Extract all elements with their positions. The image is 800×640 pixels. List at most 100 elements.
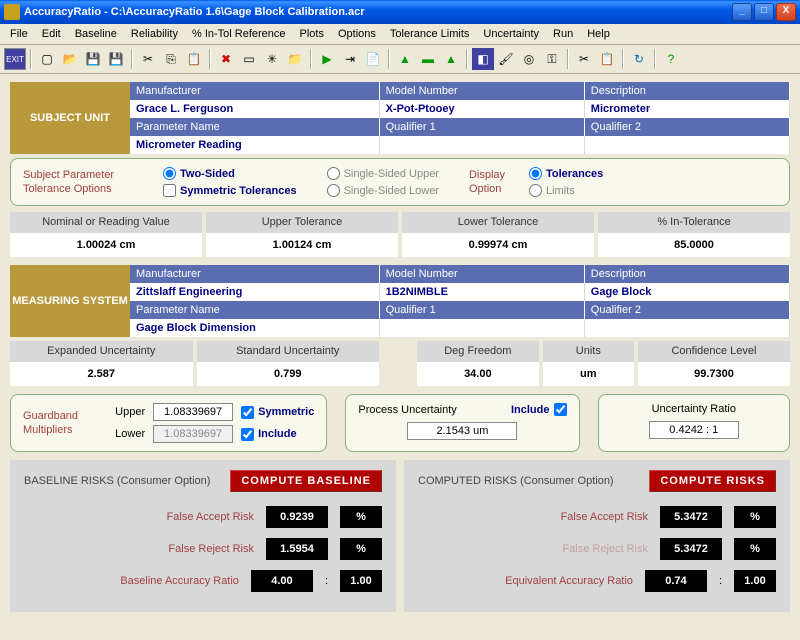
menu-edit[interactable]: Edit xyxy=(36,26,67,42)
nominal-header: Nominal or Reading Value xyxy=(10,212,202,232)
meas-manufacturer[interactable]: Zittslaff Engineering xyxy=(130,283,380,301)
new-icon[interactable]: ▢ xyxy=(36,48,58,70)
df-value[interactable]: 34.00 xyxy=(417,362,539,386)
meas-parameter[interactable]: Gage Block Dimension xyxy=(130,319,380,337)
exit-icon[interactable]: EXIT xyxy=(4,48,26,70)
close-button[interactable]: X xyxy=(776,3,796,21)
cut-icon[interactable]: ✂ xyxy=(137,48,159,70)
baseline-sep: : xyxy=(325,575,328,587)
computed-far-value: 5.3472 xyxy=(660,506,722,528)
header-q1: Qualifier 1 xyxy=(380,118,585,136)
cut2-icon[interactable]: ✂ xyxy=(573,48,595,70)
folder-icon[interactable]: 📁 xyxy=(284,48,306,70)
baseline-frr-label: False Reject Risk xyxy=(168,543,254,555)
titlebar: AccuracyRatio - C:\AccuracyRatio 1.6\Gag… xyxy=(0,0,800,24)
baseline-icon[interactable]: ▭ xyxy=(238,48,260,70)
subject-q2[interactable] xyxy=(585,136,790,154)
computed-far-unit: % xyxy=(734,506,776,528)
two-sided-radio[interactable]: Two-Sided xyxy=(163,167,297,180)
save-icon[interactable]: 💾 xyxy=(82,48,104,70)
doc-icon[interactable]: 📄 xyxy=(362,48,384,70)
menu-uncertainty[interactable]: Uncertainty xyxy=(477,26,545,42)
computed-frr-label: False Reject Risk xyxy=(562,543,648,555)
ss-upper-radio[interactable]: Single-Sided Upper xyxy=(327,167,439,180)
uncert-ratio-label: Uncertainty Ratio xyxy=(652,403,736,415)
subject-description[interactable]: Micrometer xyxy=(585,100,790,118)
delete-icon[interactable]: ✖ xyxy=(215,48,237,70)
open-icon[interactable]: 📂 xyxy=(59,48,81,70)
baseline-bar-label: Baseline Accuracy Ratio xyxy=(120,575,239,587)
menu-options[interactable]: Options xyxy=(332,26,382,42)
chart-icon[interactable]: ◧ xyxy=(472,48,494,70)
upper-tol-value[interactable]: 1.00124 cm xyxy=(206,233,398,257)
m-header-param: Parameter Name xyxy=(130,301,380,319)
lower-tol-value[interactable]: 0.99974 cm xyxy=(402,233,594,257)
meas-description[interactable]: Gage Block xyxy=(585,283,790,301)
gb-upper-input[interactable] xyxy=(153,403,233,421)
maximize-button[interactable]: □ xyxy=(754,3,774,21)
tolerance-options-label: Subject Parameter Tolerance Options xyxy=(23,168,163,197)
pct-intol-header: % In-Tolerance xyxy=(598,212,790,232)
subject-q1[interactable] xyxy=(380,136,585,154)
menu-baseline[interactable]: Baseline xyxy=(69,26,123,42)
pu-include-check[interactable]: Include xyxy=(511,403,567,416)
save-as-icon[interactable]: 💾 xyxy=(105,48,127,70)
menu-tol-limits[interactable]: Tolerance Limits xyxy=(384,26,475,42)
key-icon[interactable]: ⚿ xyxy=(541,48,563,70)
lower-tol-header: Lower Tolerance xyxy=(402,212,594,232)
eu-value[interactable]: 2.587 xyxy=(10,362,193,386)
subject-unit-label: SUBJECT UNIT xyxy=(10,82,130,154)
baseline-far-unit: % xyxy=(340,506,382,528)
pct-intol-value[interactable]: 85.0000 xyxy=(598,233,790,257)
header-manufacturer: Manufacturer xyxy=(130,82,380,100)
compute-baseline-button[interactable]: COMPUTE BASELINE xyxy=(230,470,382,492)
baseline-bar-value: 4.00 xyxy=(251,570,313,592)
compute-risks-button[interactable]: COMPUTE RISKS xyxy=(649,470,776,492)
menu-run[interactable]: Run xyxy=(547,26,579,42)
subject-manufacturer[interactable]: Grace L. Ferguson xyxy=(130,100,380,118)
menu-help[interactable]: Help xyxy=(581,26,616,42)
m-header-desc: Description xyxy=(585,265,790,283)
gb-include-check[interactable]: Include xyxy=(241,428,314,441)
process-uncert-value[interactable] xyxy=(407,422,517,440)
header-parameter: Parameter Name xyxy=(130,118,380,136)
guardband-label: Guardband Multipliers xyxy=(23,409,105,438)
help-icon[interactable]: ? xyxy=(660,48,682,70)
meas-q1[interactable] xyxy=(380,319,585,337)
meas-model[interactable]: 1B2NIMBLE xyxy=(380,283,585,301)
limits-radio[interactable]: Limits xyxy=(529,184,603,197)
symmetric-check[interactable]: Symmetric Tolerances xyxy=(163,184,297,197)
ss-lower-radio[interactable]: Single-Sided Lower xyxy=(327,184,439,197)
copy-icon[interactable]: ⎘ xyxy=(160,48,182,70)
menu-intol[interactable]: % In-Tol Reference xyxy=(186,26,292,42)
header-description: Description xyxy=(585,82,790,100)
run-icon[interactable]: ▶ xyxy=(316,48,338,70)
down-green-icon[interactable]: ▲ xyxy=(440,48,462,70)
m-header-q1: Qualifier 1 xyxy=(380,301,585,319)
menu-plots[interactable]: Plots xyxy=(294,26,330,42)
tolerances-radio[interactable]: Tolerances xyxy=(529,167,603,180)
paste-icon[interactable]: 📋 xyxy=(183,48,205,70)
baseline-far-value: 0.9239 xyxy=(266,506,328,528)
units-value[interactable]: um xyxy=(543,362,634,386)
baseline-frr-value: 1.5954 xyxy=(266,538,328,560)
up-green-icon[interactable]: ▲ xyxy=(394,48,416,70)
menu-file[interactable]: File xyxy=(4,26,34,42)
paste2-icon[interactable]: 📋 xyxy=(596,48,618,70)
export-icon[interactable]: ⇥ xyxy=(339,48,361,70)
nominal-value[interactable]: 1.00024 cm xyxy=(10,233,202,257)
brush-icon[interactable]: 🖌 xyxy=(495,48,517,70)
subject-parameter[interactable]: Micrometer Reading xyxy=(130,136,380,154)
refresh-icon[interactable]: ↻ xyxy=(628,48,650,70)
cl-value[interactable]: 99.7300 xyxy=(638,362,790,386)
gb-symmetric-check[interactable]: Symmetric xyxy=(241,406,314,419)
m-header-q2: Qualifier 2 xyxy=(585,301,790,319)
subject-model[interactable]: X-Pot-Ptooey xyxy=(380,100,585,118)
meas-q2[interactable] xyxy=(585,319,790,337)
target-icon[interactable]: ◎ xyxy=(518,48,540,70)
minimize-button[interactable]: _ xyxy=(732,3,752,21)
line-icon[interactable]: ▬ xyxy=(417,48,439,70)
menu-reliability[interactable]: Reliability xyxy=(125,26,184,42)
su-value[interactable]: 0.799 xyxy=(197,362,380,386)
explode-icon[interactable]: ✳ xyxy=(261,48,283,70)
